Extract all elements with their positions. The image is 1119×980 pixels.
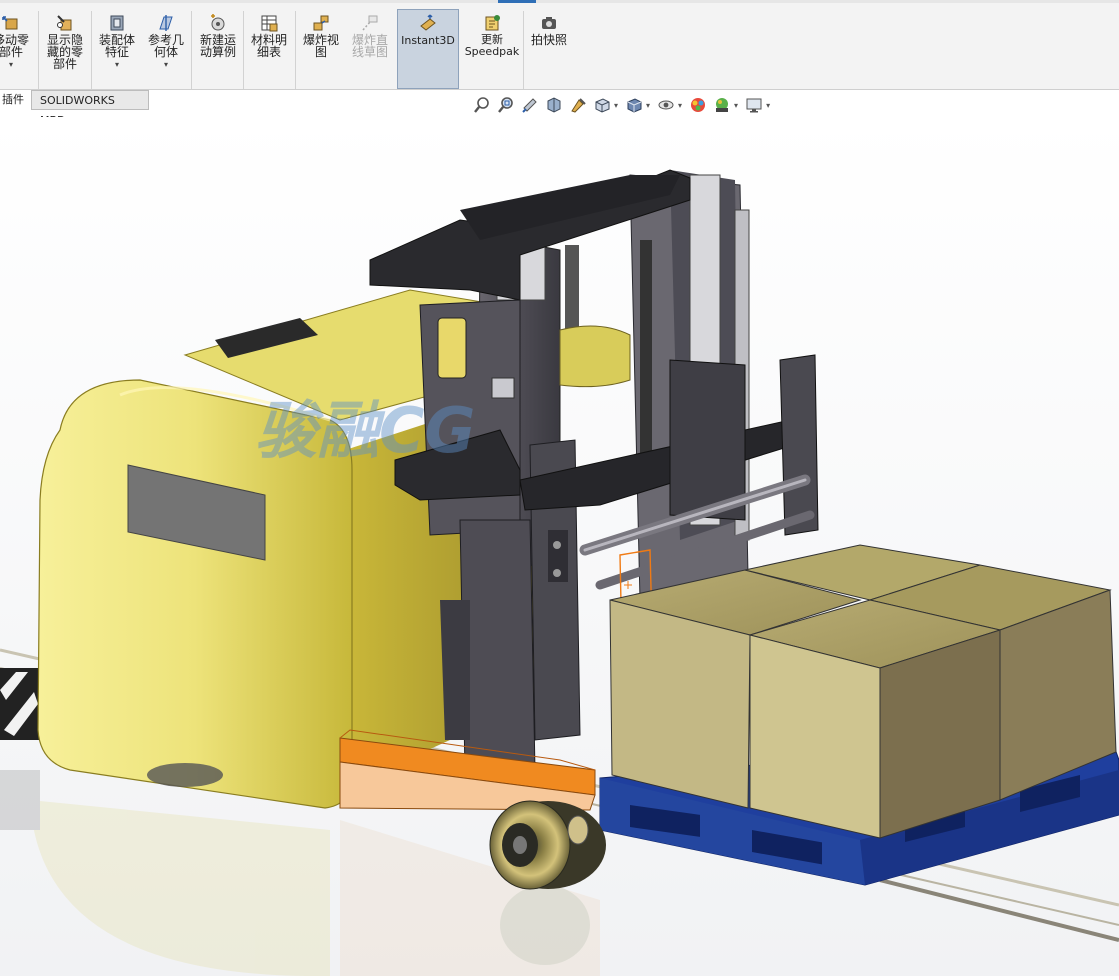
ribbon-label: 移动零 部件 — [0, 33, 29, 59]
ribbon-label: 爆炸直 线草图 — [351, 33, 388, 59]
chevron-down-icon[interactable]: ▾ — [164, 60, 168, 69]
ribbon-separator — [295, 11, 296, 89]
ribbon-separator — [523, 11, 524, 89]
zoom-to-fit-button[interactable] — [472, 95, 492, 115]
ribbon-separator — [38, 11, 39, 89]
ribbon-label: Instant3D — [401, 34, 455, 47]
ribbon-label: 新建运 动算例 — [199, 33, 236, 59]
bill-of-materials-icon — [261, 15, 278, 32]
show-hidden-components-button[interactable]: 显示隐 藏的零 部件 — [42, 9, 88, 89]
motion-study-icon — [211, 14, 225, 31]
hide-show-items-button[interactable] — [656, 95, 676, 115]
update-speedpak-icon — [485, 15, 500, 31]
instant3d-button[interactable]: Instant3D — [397, 9, 459, 89]
dynamic-annotation-button[interactable] — [568, 95, 588, 115]
zoom-to-area-button[interactable] — [496, 95, 516, 115]
display-style-icon — [627, 98, 642, 113]
ribbon-label: 显示隐 藏的零 部件 — [46, 33, 83, 71]
edit-appearance-button[interactable] — [688, 95, 708, 115]
ribbon-label: 拍快照 — [530, 33, 567, 47]
edit-appearance-icon — [691, 98, 706, 112]
exploded-view-button[interactable]: 爆炸视 图 — [298, 9, 344, 89]
apply-scene-icon — [716, 98, 729, 112]
show-hidden-icon — [57, 15, 72, 31]
new-motion-study-button[interactable]: 新建运 动算例 — [195, 9, 241, 89]
chevron-down-icon[interactable]: ▾ — [614, 101, 618, 110]
view-settings-button[interactable] — [744, 95, 764, 115]
move-component-button[interactable]: 移动零 部件 ▾ — [0, 9, 34, 89]
previous-view-icon — [522, 98, 537, 113]
exploded-view-icon — [313, 15, 329, 31]
ribbon-separator — [243, 11, 244, 89]
section-view-button[interactable] — [544, 95, 564, 115]
ribbon-label: 材料明 细表 — [250, 33, 287, 59]
chevron-down-icon[interactable]: ▾ — [678, 101, 682, 110]
explode-line-sketch-icon — [362, 15, 378, 31]
display-style-button[interactable] — [624, 95, 644, 115]
apply-scene-button[interactable] — [712, 95, 732, 115]
chevron-down-icon[interactable]: ▾ — [9, 60, 13, 69]
snapshot-camera-icon — [542, 17, 556, 29]
ribbon-label: 参考几 何体 — [147, 33, 184, 59]
dynamic-annotation-icon — [571, 98, 586, 113]
tab-addins[interactable]: 插件 — [0, 90, 32, 110]
hide-show-items-icon — [658, 100, 674, 110]
zoom-to-area-icon — [498, 97, 513, 113]
section-view-icon — [547, 97, 561, 113]
graphics-area-3d-viewport[interactable]: 骏融CG — [0, 117, 1119, 977]
move-component-icon — [2, 16, 18, 30]
forklift-model-render: 骏融CG — [0, 117, 1119, 977]
zoom-to-fit-icon — [474, 97, 489, 113]
watermark-text: 骏融CG — [255, 394, 475, 467]
instant3d-icon — [420, 14, 436, 31]
chevron-down-icon[interactable]: ▾ — [766, 101, 770, 110]
previous-view-button[interactable] — [520, 95, 540, 115]
chevron-down-icon[interactable]: ▾ — [734, 101, 738, 110]
bill-of-materials-button[interactable]: 材料明 细表 — [246, 9, 292, 89]
reference-geometry-button[interactable]: 参考几 何体 ▾ — [143, 9, 189, 89]
explode-line-sketch-button[interactable]: 爆炸直 线草图 — [347, 9, 393, 89]
hazard-bumper — [0, 668, 40, 740]
front-wheel — [489, 800, 606, 890]
view-settings-icon — [746, 98, 762, 113]
view-orientation-icon — [595, 98, 610, 113]
ribbon-separator — [191, 11, 192, 89]
ribbon-separator — [91, 11, 92, 89]
update-speedpak-button[interactable]: 更新 Speedpak — [464, 9, 520, 89]
take-snapshot-button[interactable]: 拍快照 — [526, 9, 572, 89]
ribbon-label: 装配体 特征 — [98, 33, 135, 59]
ribbon-label: 更新 Speedpak — [464, 33, 520, 58]
reference-geometry-icon — [159, 15, 173, 31]
chevron-down-icon[interactable]: ▾ — [646, 101, 650, 110]
assembly-features-icon — [110, 15, 124, 31]
ribbon-label: 爆炸视 图 — [302, 33, 339, 59]
view-orientation-button[interactable] — [592, 95, 612, 115]
heads-up-view-toolbar: ▾ ▾ ▾ ▾ ▾ — [472, 93, 776, 117]
assembly-features-button[interactable]: 装配体 特征 ▾ — [94, 9, 140, 89]
chevron-down-icon[interactable]: ▾ — [115, 60, 119, 69]
command-manager-ribbon: 移动零 部件 ▾ 显示隐 藏的零 部件 装配体 特征 ▾ 参考几 何体 ▾ 新建… — [0, 3, 1119, 90]
tab-solidworks-mbd[interactable]: SOLIDWORKS MBD — [31, 90, 149, 127]
